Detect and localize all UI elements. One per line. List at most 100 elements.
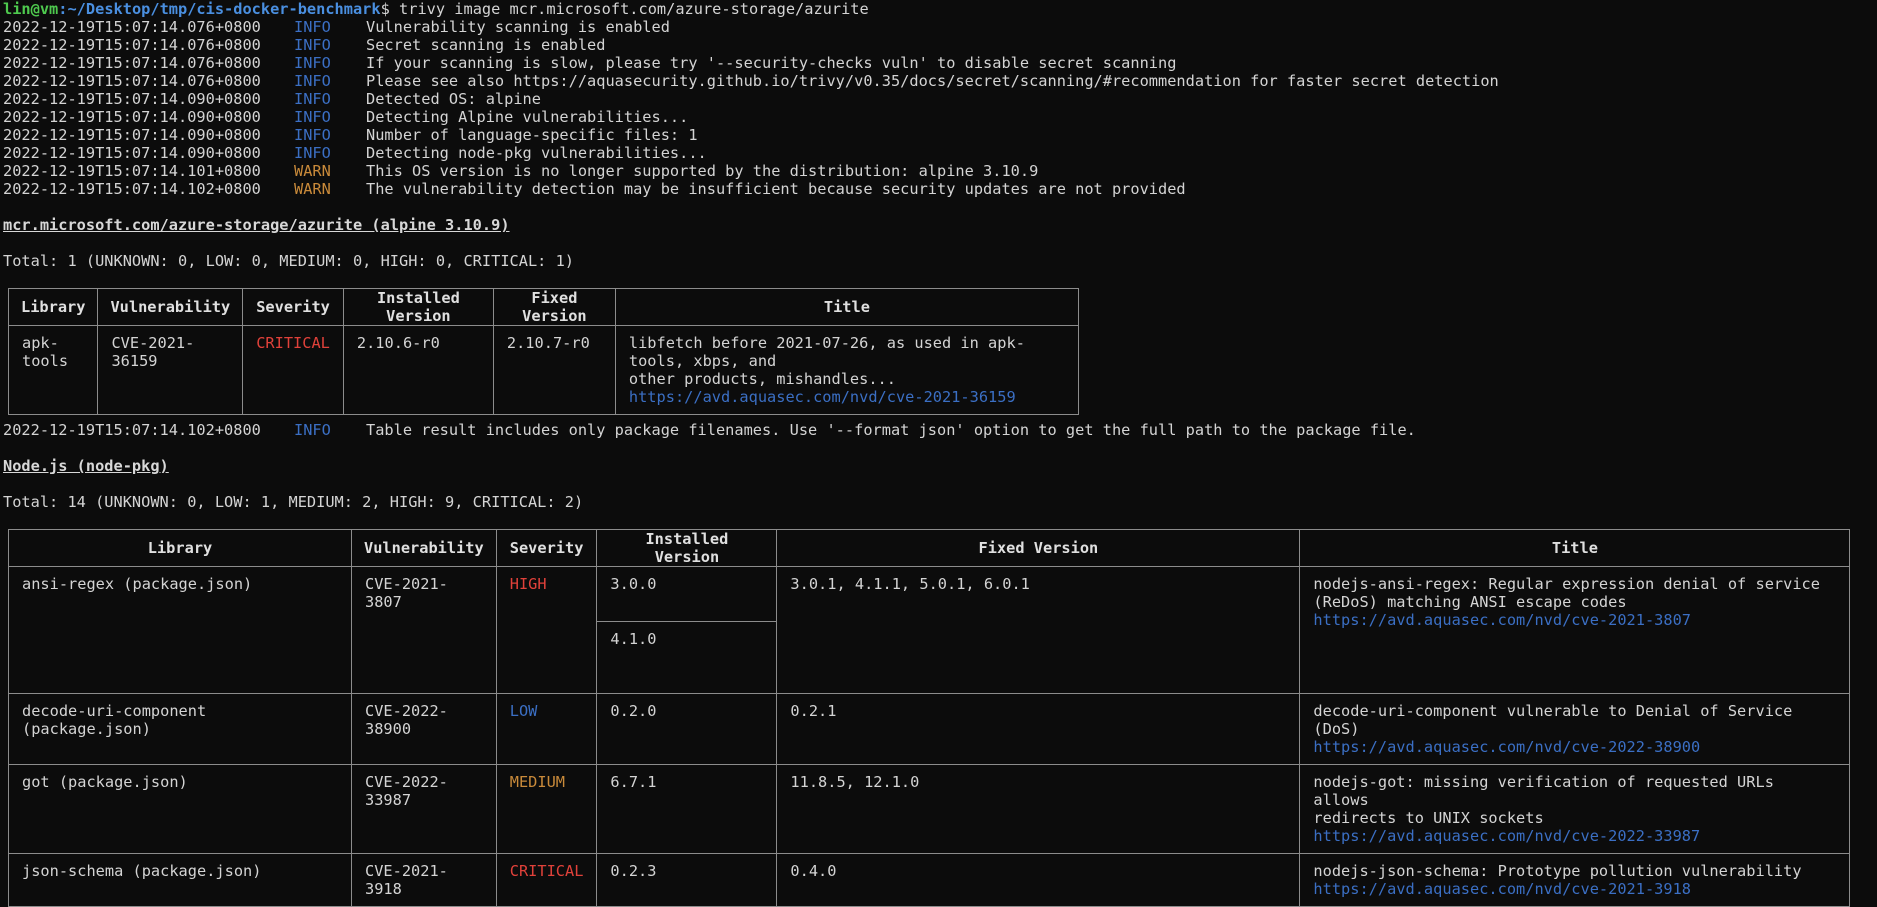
title-text: other products, mishandles... (628, 370, 896, 388)
library-cell: apk-tools (22, 334, 69, 370)
advisory-link[interactable]: https://avd.aquasec.com/nvd/cve-2022-339… (1313, 827, 1836, 845)
title-cell: nodejs-ansi-regex: Regular expression de… (1313, 567, 1836, 637)
prompt-path: :~/Desktop/tmp/cis-docker-benchmark (58, 0, 381, 18)
severity-cell: HIGH (509, 575, 547, 593)
log-level: INFO (294, 18, 331, 36)
title-text: nodejs-ansi-regex: Regular expression de… (1313, 575, 1820, 593)
col-header: Title (1299, 529, 1851, 567)
title-cell: decode-uri-component vulnerable to Denia… (1313, 694, 1836, 764)
vuln-id-cell: CVE-2022-38900 (365, 702, 448, 738)
log-level: INFO (294, 36, 331, 54)
log-timestamp: 2022-12-19T15:07:14.076+0800 (3, 18, 261, 36)
table-row: got (package.json) CVE-2022-33987 MEDIUM… (8, 764, 1851, 854)
vuln-id-cell: CVE-2022-33987 (365, 773, 448, 809)
title-text: nodejs-json-schema: Prototype pollution … (1313, 862, 1802, 880)
log-level: INFO (294, 54, 331, 72)
terminal-output: lin@vm:~/Desktop/tmp/cis-docker-benchmar… (0, 0, 1877, 907)
log-timestamp: 2022-12-19T15:07:14.101+0800 (3, 162, 261, 180)
col-header: Installed Version (342, 288, 494, 326)
table-row: decode-uri-component (package.json) CVE-… (8, 693, 1851, 765)
log-message: Secret scanning is enabled (366, 36, 606, 54)
col-header: Severity (242, 288, 344, 326)
vuln-id-cell: CVE-2021-3918 (365, 862, 448, 898)
installed-version-cell: 3.0.0 (610, 575, 657, 593)
fixed-version-cell: 0.2.1 (790, 702, 837, 720)
log-timestamp: 2022-12-19T15:07:14.102+0800 (3, 421, 261, 439)
log-timestamp: 2022-12-19T15:07:14.076+0800 (3, 54, 261, 72)
command-text[interactable]: trivy image mcr.microsoft.com/azure-stor… (390, 0, 869, 18)
severity-cell: CRITICAL (509, 862, 584, 880)
log-line: 2022-12-19T15:07:14.090+0800 INFO Detected… (3, 90, 1877, 108)
log-line: 2022-12-19T15:07:14.102+0800 WARN The vuln… (3, 180, 1877, 198)
section-heading-os: mcr.microsoft.com/azure-storage/azurite … (3, 216, 510, 234)
log-timestamp: 2022-12-19T15:07:14.090+0800 (3, 144, 261, 162)
prompt-dollar: $ (380, 0, 390, 18)
table-row: apk-tools CVE-2021-36159 CRITICAL 2.10.6… (7, 325, 1079, 415)
log-level: INFO (294, 126, 331, 144)
advisory-link[interactable]: https://avd.aquasec.com/nvd/cve-2021-391… (1313, 880, 1836, 898)
col-header: Vulnerability (97, 288, 244, 326)
vuln-table-node: Library Vulnerability Severity Installed… (8, 529, 1851, 907)
col-header: Severity (495, 529, 598, 567)
vuln-id-cell: CVE-2021-36159 (111, 334, 195, 370)
log-lines: 2022-12-19T15:07:14.076+0800 INFO Vulnerab… (3, 18, 1877, 198)
log-level: INFO (294, 421, 331, 439)
fixed-version-cell: 2.10.7-r0 (506, 334, 590, 352)
col-header: Library (8, 529, 352, 567)
log-message: Table result includes only package filen… (366, 421, 1416, 439)
title-text: (ReDoS) matching ANSI escape codes (1313, 593, 1627, 611)
title-text: libfetch before 2021-07-26, as used in a… (628, 334, 1025, 370)
log-line: 2022-12-19T15:07:14.076+0800 INFO Vulnerab… (3, 18, 1877, 36)
log-message: Detecting Alpine vulnerabilities... (366, 108, 689, 126)
log-timestamp: 2022-12-19T15:07:14.076+0800 (3, 36, 261, 54)
title-text: nodejs-got: missing verification of requ… (1313, 773, 1774, 809)
log-message: Detecting node-pkg vulnerabilities... (366, 144, 707, 162)
advisory-link[interactable]: https://avd.aquasec.com/nvd/cve-2022-389… (1313, 738, 1836, 756)
advisory-link[interactable]: https://avd.aquasec.com/nvd/cve-2021-361… (629, 388, 1065, 406)
log-timestamp: 2022-12-19T15:07:14.076+0800 (3, 72, 261, 90)
log-message: If your scanning is slow, please try '--… (366, 54, 1177, 72)
advisory-link[interactable]: https://avd.aquasec.com/nvd/cve-2021-380… (1313, 611, 1836, 629)
severity-cell: CRITICAL (256, 334, 330, 352)
log-message: Number of language-specific files: 1 (366, 126, 698, 144)
title-cell: nodejs-got: missing verification of requ… (1313, 765, 1836, 853)
log-level: WARN (294, 162, 331, 180)
section-heading-node: Node.js (node-pkg) (3, 457, 169, 475)
info-line: 2022-12-19T15:07:14.102+0800 INFO Table re… (3, 421, 1877, 439)
installed-version-cell: 0.2.3 (610, 862, 657, 880)
library-cell: ansi-regex (package.json) (22, 575, 253, 593)
log-line: 2022-12-19T15:07:14.101+0800 WARN This OS … (3, 162, 1877, 180)
log-level: INFO (294, 72, 331, 90)
installed-version-cell: 4.1.0 (597, 621, 777, 693)
total-summary-os: Total: 1 (UNKNOWN: 0, LOW: 0, MEDIUM: 0,… (3, 252, 574, 270)
log-level: INFO (294, 108, 331, 126)
log-timestamp: 2022-12-19T15:07:14.090+0800 (3, 108, 261, 126)
table-row: ansi-regex (package.json) CVE-2021-3807 … (8, 566, 1851, 694)
vuln-id-cell: CVE-2021-3807 (365, 575, 448, 611)
total-summary-node: Total: 14 (UNKNOWN: 0, LOW: 1, MEDIUM: 2… (3, 493, 584, 511)
log-timestamp: 2022-12-19T15:07:14.090+0800 (3, 126, 261, 144)
prompt-line: lin@vm:~/Desktop/tmp/cis-docker-benchmar… (3, 0, 1877, 18)
title-text: decode-uri-component vulnerable to Denia… (1313, 702, 1793, 738)
library-cell: json-schema (package.json) (22, 862, 262, 880)
log-message: This OS version is no longer supported b… (366, 162, 1039, 180)
vuln-table-os: Library Vulnerability Severity Installed… (7, 288, 1079, 415)
log-line: 2022-12-19T15:07:14.076+0800 INFO Secret s… (3, 36, 1877, 54)
installed-version-cell: 2.10.6-r0 (356, 334, 440, 352)
severity-cell: MEDIUM (509, 773, 565, 791)
log-message: The vulnerability detection may be insuf… (366, 180, 1186, 198)
installed-version-cell: 0.2.0 (610, 702, 657, 720)
log-line: 2022-12-19T15:07:14.090+0800 INFO Number o… (3, 126, 1877, 144)
log-timestamp: 2022-12-19T15:07:14.102+0800 (3, 180, 261, 198)
log-message: Vulnerability scanning is enabled (366, 18, 670, 36)
title-cell: nodejs-json-schema: Prototype pollution … (1313, 854, 1836, 906)
fixed-version-cell: 11.8.5, 12.1.0 (790, 773, 920, 791)
col-header: Title (614, 288, 1079, 326)
log-message: Detected OS: alpine (366, 90, 541, 108)
log-line: 2022-12-19T15:07:14.090+0800 INFO Detectin… (3, 144, 1877, 162)
library-cell: decode-uri-component (package.json) (22, 702, 207, 738)
fixed-version-cell: 0.4.0 (790, 862, 837, 880)
log-timestamp: 2022-12-19T15:07:14.090+0800 (3, 90, 261, 108)
log-line: 2022-12-19T15:07:14.090+0800 INFO Detectin… (3, 108, 1877, 126)
col-header: Installed Version (596, 529, 778, 567)
